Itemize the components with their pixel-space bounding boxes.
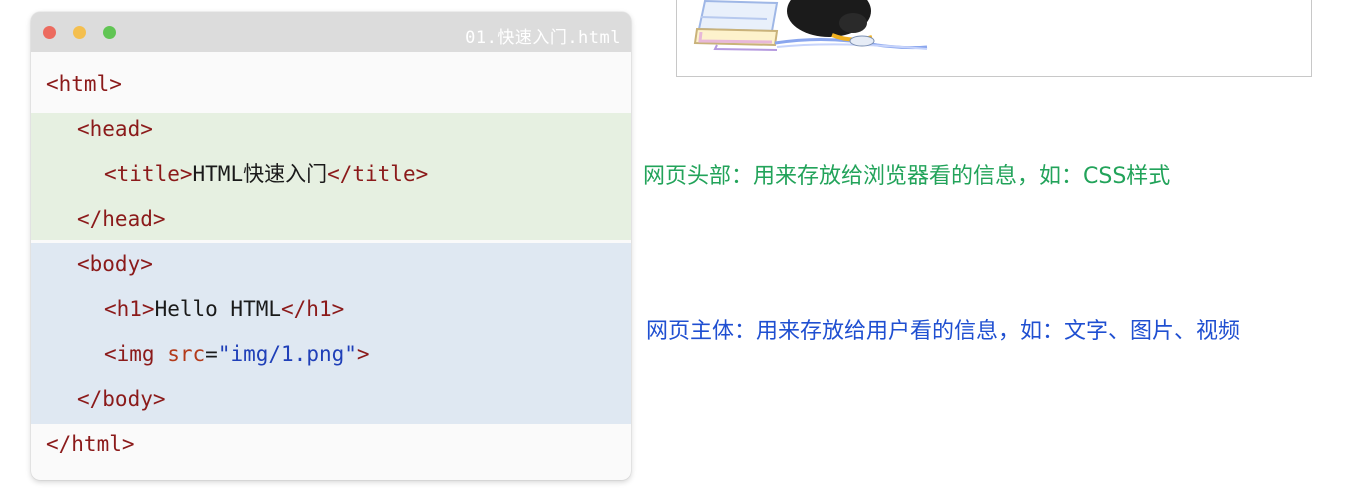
head-open-tag: <head> [77, 117, 153, 141]
code-line-title: <title>HTML快速入门</title> [31, 152, 631, 196]
head-close-tag: </head> [77, 207, 166, 231]
code-line-head-open: <head> [31, 107, 631, 151]
body-annotation: 网页主体：用来存放给用户看的信息，如：文字、图片、视频 [646, 319, 1241, 344]
src-value: "img/1.png" [217, 342, 357, 366]
code-line-html-open: <html> [31, 62, 631, 106]
title-open-tag: <title> [104, 162, 193, 186]
illustration-frame [676, 0, 1312, 77]
body-open-tag: <body> [77, 252, 153, 276]
books-penguin-illustration-icon [693, 0, 928, 51]
h1-text: Hello HTML [154, 297, 282, 321]
h1-close-tag: </h1> [281, 297, 345, 321]
file-name: 01.快速入门.html [465, 28, 621, 48]
code-line-head-close: </head> [31, 197, 631, 241]
src-attribute: src [167, 342, 206, 366]
h1-open-tag: <h1> [104, 297, 155, 321]
code-line-html-close: </html> [31, 422, 631, 466]
img-close-bracket: > [356, 342, 370, 366]
code-window: 01.快速入门.html <html> <head> <title>HTML快速… [31, 12, 631, 480]
code-line-body-close: </body> [31, 377, 631, 421]
code-line-body-open: <body> [31, 242, 631, 286]
title-text: HTML快速入门 [192, 162, 328, 186]
equals-sign: = [205, 342, 218, 366]
head-annotation: 网页头部：用来存放给浏览器看的信息，如：CSS样式 [643, 164, 1171, 189]
code-line-h1: <h1>Hello HTML</h1> [31, 287, 631, 331]
close-window-button[interactable] [43, 26, 56, 39]
html-open-tag: <html> [46, 72, 122, 96]
img-open-tag: <img [104, 342, 168, 366]
maximize-window-button[interactable] [103, 26, 116, 39]
code-line-img: <img src="img/1.png"> [31, 332, 631, 376]
body-close-tag: </body> [77, 387, 166, 411]
minimize-window-button[interactable] [73, 26, 86, 39]
title-close-tag: </title> [327, 162, 429, 186]
window-titlebar: 01.快速入门.html [31, 12, 631, 52]
html-close-tag: </html> [46, 432, 135, 456]
